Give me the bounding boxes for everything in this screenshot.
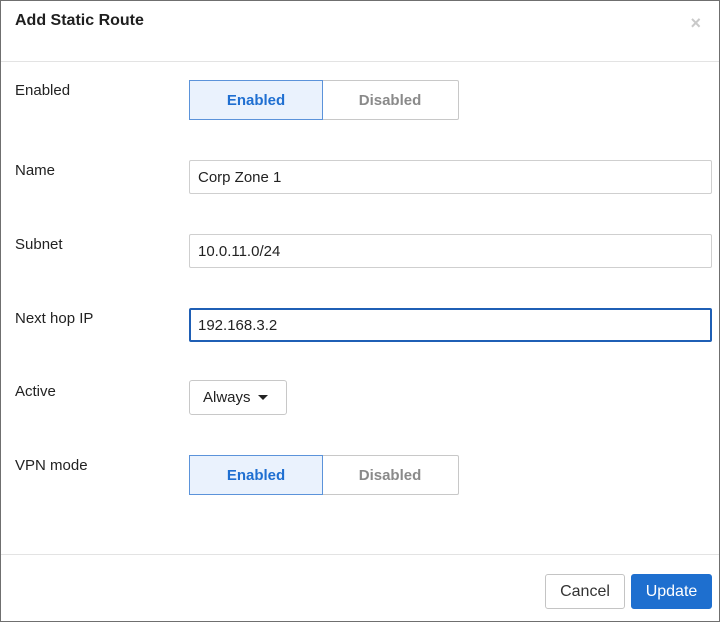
vpn-mode-toggle-enabled-option[interactable]: Enabled bbox=[189, 455, 323, 495]
vpn-mode-toggle: Enabled Disabled bbox=[189, 455, 459, 495]
name-label: Name bbox=[15, 162, 56, 179]
add-static-route-dialog: Add Static Route × Enabled Enabled Disab… bbox=[0, 0, 720, 622]
enabled-toggle: Enabled Disabled bbox=[189, 80, 459, 120]
dialog-footer: Cancel Update bbox=[1, 554, 719, 621]
active-dropdown[interactable]: Always bbox=[189, 380, 287, 415]
dialog-header: Add Static Route × bbox=[1, 1, 719, 62]
vpn-mode-toggle-disabled-option[interactable]: Disabled bbox=[323, 456, 457, 494]
enabled-toggle-enabled-option[interactable]: Enabled bbox=[189, 80, 323, 120]
active-label: Active bbox=[15, 383, 56, 400]
subnet-input[interactable] bbox=[189, 234, 712, 268]
enabled-label: Enabled bbox=[15, 82, 71, 99]
close-icon[interactable]: × bbox=[690, 14, 701, 32]
dialog-title: Add Static Route bbox=[15, 12, 144, 29]
enabled-toggle-disabled-option[interactable]: Disabled bbox=[323, 81, 457, 119]
next-hop-ip-input[interactable] bbox=[189, 308, 712, 342]
update-button[interactable]: Update bbox=[631, 574, 712, 609]
next-hop-ip-label: Next hop IP bbox=[15, 310, 94, 327]
subnet-label: Subnet bbox=[15, 236, 63, 253]
active-dropdown-value: Always bbox=[203, 389, 251, 406]
cancel-button[interactable]: Cancel bbox=[545, 574, 625, 609]
name-input[interactable] bbox=[189, 160, 712, 194]
vpn-mode-label: VPN mode bbox=[15, 457, 88, 474]
caret-down-icon bbox=[257, 395, 268, 400]
